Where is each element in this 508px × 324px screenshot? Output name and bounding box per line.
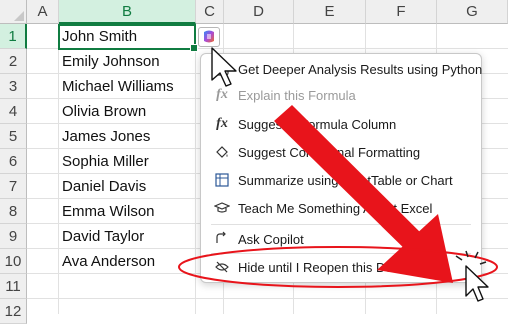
menu-item-label: Suggest Conditional Formatting: [238, 144, 421, 160]
row-header-10[interactable]: 10: [0, 249, 27, 274]
gridline: [27, 298, 508, 299]
column-header-b[interactable]: B: [59, 0, 196, 24]
hide-eye-icon: [213, 258, 231, 276]
row-header-4[interactable]: 4: [0, 99, 27, 124]
fx-icon: fx: [216, 87, 228, 102]
copilot-context-menu: Get Deeper Analysis Results using Python…: [200, 53, 482, 283]
menu-item-suggest-conditional-formatting[interactable]: Suggest Conditional Formatting: [201, 139, 481, 165]
row-header-9[interactable]: 9: [0, 224, 27, 249]
row-header-3[interactable]: 3: [0, 74, 27, 99]
column-header-e[interactable]: E: [294, 0, 366, 24]
menu-item-explain-formula: fx Explain this Formula: [201, 82, 481, 108]
menu-item-label: Suggest a Formula Column: [238, 116, 397, 132]
cell-b7[interactable]: Daniel Davis: [59, 174, 196, 199]
menu-item-label: Ask Copilot: [238, 231, 304, 247]
menu-item-hide-until-reopen[interactable]: Hide until I Reopen this Document: [201, 254, 481, 280]
copilot-button[interactable]: [198, 27, 220, 47]
cell-b6[interactable]: Sophia Miller: [59, 149, 196, 174]
cell-b8[interactable]: Emma Wilson: [59, 199, 196, 224]
ask-copilot-icon: [213, 230, 231, 248]
menu-item-label: Summarize using PivotTable or Chart: [238, 172, 453, 188]
pivot-table-icon: [213, 171, 231, 189]
row-header-6[interactable]: 6: [0, 149, 27, 174]
row-header-12[interactable]: 12: [0, 299, 27, 324]
menu-item-ask-copilot[interactable]: Ask Copilot: [201, 226, 481, 252]
cell-b3[interactable]: Michael Williams: [59, 74, 196, 99]
menu-item-label: Get Deeper Analysis Results using Python: [238, 61, 483, 77]
menu-item-suggest-formula-column[interactable]: fx Suggest a Formula Column: [201, 111, 481, 137]
menu-separator: [211, 224, 471, 225]
cell-b4[interactable]: Olivia Brown: [59, 99, 196, 124]
graduation-cap-icon: [213, 199, 231, 217]
python-analysis-icon: [213, 60, 231, 78]
active-cell-border: [58, 24, 198, 52]
cell-b5[interactable]: James Jones: [59, 124, 196, 149]
fx-icon: fx: [216, 116, 228, 131]
row-header-2[interactable]: 2: [0, 49, 27, 74]
menu-item-label: Hide until I Reopen this Document: [238, 259, 436, 275]
menu-item-label: Explain this Formula: [238, 87, 356, 103]
cell-b10[interactable]: Ava Anderson: [59, 249, 196, 274]
menu-item-python-analysis[interactable]: Get Deeper Analysis Results using Python: [201, 56, 483, 82]
column-header-g[interactable]: G: [437, 0, 508, 24]
row-header-8[interactable]: 8: [0, 199, 27, 224]
column-header-d[interactable]: D: [224, 0, 294, 24]
cell-b2[interactable]: Emily Johnson: [59, 49, 196, 74]
copilot-icon: [204, 30, 214, 43]
paint-bucket-icon: [213, 143, 231, 161]
column-header-f[interactable]: F: [366, 0, 437, 24]
row-header-7[interactable]: 7: [0, 174, 27, 199]
menu-item-teach-me[interactable]: Teach Me Something About Excel: [201, 195, 481, 221]
select-all-corner[interactable]: [0, 0, 27, 24]
column-header-c[interactable]: C: [196, 0, 224, 24]
row-header-5[interactable]: 5: [0, 124, 27, 149]
column-header-a[interactable]: A: [27, 0, 59, 24]
row-header-11[interactable]: 11: [0, 274, 27, 299]
cell-b9[interactable]: David Taylor: [59, 224, 196, 249]
menu-item-label: Teach Me Something About Excel: [238, 200, 433, 216]
menu-item-summarize-pivot[interactable]: Summarize using PivotTable or Chart: [201, 167, 481, 193]
row-header-1[interactable]: 1: [0, 24, 27, 49]
